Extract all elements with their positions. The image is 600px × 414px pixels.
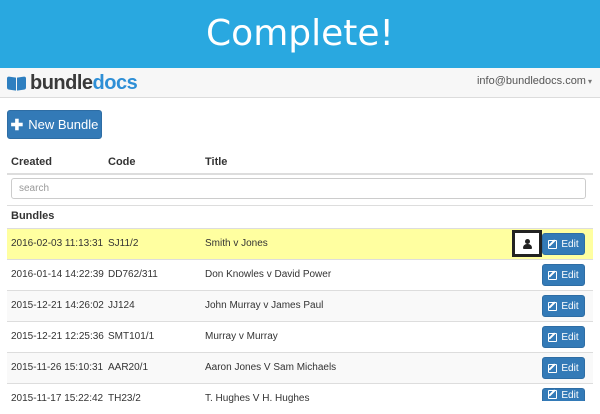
new-bundle-label: New Bundle: [28, 117, 99, 132]
logo-text: bundledocs: [30, 71, 138, 94]
edit-button[interactable]: Edit: [542, 264, 585, 286]
edit-button[interactable]: Edit: [542, 233, 585, 255]
table-row[interactable]: 2015-12-21 12:25:36 SMT101/1 Murray v Mu…: [7, 321, 593, 352]
section-divider: [7, 205, 593, 206]
new-bundle-button[interactable]: ✚ New Bundle: [7, 110, 102, 139]
edit-label: Edit: [561, 269, 579, 281]
banner-title: Complete!: [206, 13, 394, 54]
code-cell: JJ124: [108, 300, 135, 311]
header-divider: [7, 173, 593, 175]
table-row[interactable]: 2015-11-17 15:22:42 TH23/2 T. Hughes V H…: [7, 383, 593, 404]
edit-button[interactable]: Edit: [542, 326, 585, 348]
edit-icon: [548, 332, 558, 342]
edit-icon: [548, 270, 558, 280]
edit-button[interactable]: Edit: [542, 357, 585, 379]
table-row[interactable]: 2015-12-21 14:26:02 JJ124 John Murray v …: [7, 290, 593, 321]
code-cell: SMT101/1: [108, 331, 155, 342]
created-cell: 2015-11-17 15:22:42: [11, 393, 104, 404]
edit-icon: [548, 390, 558, 399]
edit-label: Edit: [561, 331, 579, 343]
column-header-created[interactable]: Created: [11, 156, 52, 168]
caret-down-icon: ▾: [587, 77, 592, 86]
title-cell: John Murray v James Paul: [205, 300, 324, 311]
edit-label: Edit: [561, 238, 579, 250]
title-cell: Smith v Jones: [205, 238, 268, 249]
navbar: bundledocs info@bundledocs.com ▾: [0, 68, 600, 98]
banner: Complete!: [0, 0, 600, 68]
plus-icon: ✚: [10, 116, 24, 134]
edit-icon: [548, 301, 558, 311]
logo[interactable]: bundledocs: [7, 71, 138, 94]
user-button[interactable]: [512, 230, 542, 257]
code-cell: DD762/311: [108, 269, 158, 280]
edit-button[interactable]: Edit: [542, 295, 585, 317]
code-cell: SJ11/2: [108, 238, 139, 249]
user-icon: [522, 238, 532, 249]
edit-label: Edit: [561, 362, 579, 374]
table-row[interactable]: 2016-01-14 14:22:39 DD762/311 Don Knowle…: [7, 259, 593, 290]
book-icon: [7, 75, 27, 91]
section-label-bundles: Bundles: [11, 210, 55, 222]
created-cell: 2016-01-14 14:22:39: [11, 269, 104, 280]
created-cell: 2015-12-21 12:25:36: [11, 331, 104, 342]
table-row[interactable]: 2015-11-26 15:10:31 AAR20/1 Aaron Jones …: [7, 352, 593, 383]
column-header-code[interactable]: Code: [108, 156, 136, 168]
edit-icon: [548, 239, 558, 249]
table-row[interactable]: 2016-02-03 11:13:31 SJ11/2 Smith v Jones…: [7, 228, 593, 259]
created-cell: 2016-02-03 11:13:31: [11, 238, 104, 249]
search-input[interactable]: [11, 178, 586, 199]
column-header-title[interactable]: Title: [205, 156, 227, 168]
title-cell: T. Hughes V H. Hughes: [205, 393, 310, 404]
title-cell: Aaron Jones V Sam Michaels: [205, 362, 337, 373]
code-cell: TH23/2: [108, 393, 141, 404]
user-email: info@bundledocs.com: [476, 75, 586, 87]
edit-icon: [548, 363, 558, 373]
title-cell: Murray v Murray: [205, 331, 278, 342]
edit-label: Edit: [561, 300, 579, 312]
title-cell: Don Knowles v David Power: [205, 269, 332, 280]
created-cell: 2015-12-21 14:26:02: [11, 300, 104, 311]
edit-label: Edit: [561, 390, 579, 401]
created-cell: 2015-11-26 15:10:31: [11, 362, 104, 373]
user-menu[interactable]: info@bundledocs.com ▾: [477, 75, 592, 87]
code-cell: AAR20/1: [108, 362, 149, 373]
edit-button[interactable]: Edit: [542, 388, 585, 401]
